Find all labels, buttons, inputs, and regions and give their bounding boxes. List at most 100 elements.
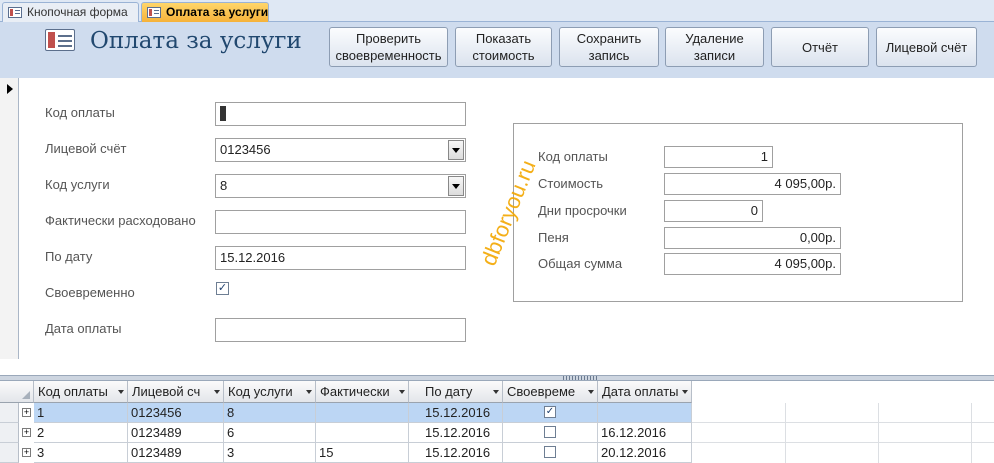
splitter-grip-icon[interactable] xyxy=(563,376,599,380)
penalty-field[interactable]: 0,00р. xyxy=(664,227,841,249)
chevron-down-icon[interactable] xyxy=(448,176,464,196)
column-header-label: Своевреме xyxy=(507,384,576,399)
cell-account[interactable]: 0123489 xyxy=(128,423,224,443)
cost-field[interactable]: 4 095,00р. xyxy=(664,173,841,195)
cell-service-code[interactable]: 6 xyxy=(224,423,316,443)
total-sum-field[interactable]: 4 095,00р. xyxy=(664,253,841,275)
cell-due-date[interactable]: 15.12.2016 xyxy=(409,403,503,423)
row-selector[interactable] xyxy=(0,423,19,443)
row-selector[interactable] xyxy=(0,443,19,463)
form-icon xyxy=(45,29,75,51)
column-header-label: Лицевой сч xyxy=(132,384,201,399)
cell-payment-code[interactable]: 2 xyxy=(34,423,128,443)
cell-actual[interactable]: 15 xyxy=(316,443,409,463)
form-icon xyxy=(8,7,22,18)
service-code-combo[interactable]: 8 xyxy=(215,174,466,198)
total-sum-label: Общая сумма xyxy=(538,256,623,271)
expand-plus-icon[interactable]: + xyxy=(22,448,31,457)
sort-arrow-icon[interactable] xyxy=(493,390,499,394)
form-icon xyxy=(147,7,161,18)
cell-account[interactable]: 0123456 xyxy=(128,403,224,423)
penalty-label: Пеня xyxy=(538,230,569,245)
cell-actual[interactable] xyxy=(316,423,409,443)
delete-record-button[interactable]: Удаление записи xyxy=(665,27,764,67)
on-time-checkbox[interactable]: ✓ xyxy=(544,406,556,418)
cell-payment-code[interactable]: 1 xyxy=(34,403,128,423)
expand-plus-icon[interactable]: + xyxy=(22,408,31,417)
calc-payment-code-label: Код оплаты xyxy=(538,149,608,164)
current-record-arrow-icon xyxy=(7,84,13,94)
select-all-corner[interactable] xyxy=(0,381,34,403)
report-button[interactable]: Отчёт xyxy=(771,27,869,67)
on-time-label: Своевременно xyxy=(45,285,135,300)
text-cursor xyxy=(220,106,226,122)
sort-arrow-icon[interactable] xyxy=(118,390,124,394)
sort-arrow-icon[interactable] xyxy=(214,390,220,394)
cell-payment-code[interactable]: 3 xyxy=(34,443,128,463)
cell-due-date[interactable]: 15.12.2016 xyxy=(409,443,503,463)
service-code-value: 8 xyxy=(220,178,228,193)
sort-arrow-icon[interactable] xyxy=(306,390,312,394)
grid-line xyxy=(692,422,994,423)
grid-line xyxy=(692,442,994,443)
account-value: 0123456 xyxy=(220,142,271,157)
cell-on-time[interactable]: ✓ xyxy=(503,403,598,423)
expand-plus-icon[interactable]: + xyxy=(22,428,31,437)
personal-account-button[interactable]: Лицевой счёт xyxy=(876,27,977,67)
tab-payment-form[interactable]: Оплата за услуги xyxy=(141,2,269,22)
row-selector[interactable] xyxy=(0,403,19,423)
cell-payment-date[interactable]: 20.12.2016 xyxy=(598,443,692,463)
cell-payment-date[interactable]: 16.12.2016 xyxy=(598,423,692,443)
save-record-button[interactable]: Сохранить запись xyxy=(559,27,659,67)
cell-service-code[interactable]: 8 xyxy=(224,403,316,423)
sort-arrow-icon[interactable] xyxy=(399,390,405,394)
check-timeliness-button[interactable]: Проверить своевременность xyxy=(329,27,448,67)
cost-label: Стоимость xyxy=(538,176,604,191)
grid-line xyxy=(785,403,786,463)
column-header-payment-code[interactable]: Код оплаты xyxy=(34,381,128,403)
sort-arrow-icon[interactable] xyxy=(588,390,594,394)
overdue-days-label: Дни просрочки xyxy=(538,203,627,218)
actual-consumption-label: Фактически расходовано xyxy=(45,213,196,228)
due-date-field[interactable]: 15.12.2016 xyxy=(215,246,466,270)
column-header-label: Код оплаты xyxy=(38,384,108,399)
overdue-days-field[interactable]: 0 xyxy=(664,200,763,222)
on-time-checkbox[interactable]: ✓ xyxy=(216,282,229,295)
calc-payment-code-field[interactable]: 1 xyxy=(664,146,773,168)
column-header-label: Код услуги xyxy=(228,384,293,399)
cell-due-date[interactable]: 15.12.2016 xyxy=(409,423,503,443)
cell-on-time[interactable] xyxy=(503,423,598,443)
document-tab-bar: Кнопочная форма Оплата за услуги xyxy=(0,0,994,22)
on-time-checkbox[interactable] xyxy=(544,426,556,438)
column-header-on-time[interactable]: Своевреме xyxy=(503,381,598,403)
tab-label: Оплата за услуги xyxy=(166,5,269,19)
page-title: Оплата за услуги xyxy=(90,28,302,54)
column-header-payment-date[interactable]: Дата оплаты xyxy=(598,381,692,403)
on-time-checkbox[interactable] xyxy=(544,446,556,458)
payment-code-label: Код оплаты xyxy=(45,105,115,120)
due-date-value: 15.12.2016 xyxy=(220,250,286,265)
column-header-actual[interactable]: Фактически xyxy=(316,381,409,403)
show-cost-button[interactable]: Показать стоимость xyxy=(455,27,552,67)
payment-date-field[interactable] xyxy=(215,318,466,342)
tab-switchboard-form[interactable]: Кнопочная форма xyxy=(2,2,139,22)
sort-arrow-icon[interactable] xyxy=(682,390,688,394)
account-combo[interactable]: 0123456 xyxy=(215,138,466,162)
record-selector-bar[interactable] xyxy=(0,78,19,359)
payment-date-label: Дата оплаты xyxy=(45,321,122,336)
column-header-label: Дата оплаты xyxy=(602,384,679,399)
column-header-due-date[interactable]: По дату xyxy=(409,381,503,403)
account-label: Лицевой счёт xyxy=(45,141,127,156)
column-header-service-code[interactable]: Код услуги xyxy=(224,381,316,403)
actual-consumption-field[interactable] xyxy=(215,210,466,234)
chevron-down-icon[interactable] xyxy=(448,140,464,160)
cell-on-time[interactable] xyxy=(503,443,598,463)
service-code-label: Код услуги xyxy=(45,177,110,192)
cell-service-code[interactable]: 3 xyxy=(224,443,316,463)
payment-code-field[interactable]: 1 xyxy=(215,102,466,126)
cell-payment-date[interactable] xyxy=(598,403,692,423)
column-header-account[interactable]: Лицевой сч xyxy=(128,381,224,403)
cell-account[interactable]: 0123489 xyxy=(128,443,224,463)
cell-actual[interactable] xyxy=(316,403,409,423)
column-header-label: Фактически xyxy=(320,384,390,399)
